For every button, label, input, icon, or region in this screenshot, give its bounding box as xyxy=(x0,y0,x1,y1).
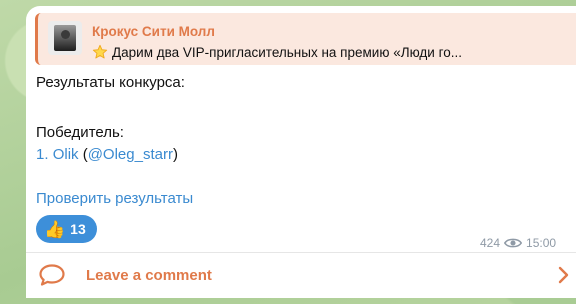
chevron-right-icon xyxy=(557,266,569,284)
view-count: 424 xyxy=(480,236,501,250)
post-time: 15:00 xyxy=(526,236,557,250)
reaction-count: 13 xyxy=(70,221,86,237)
winner-name-link[interactable]: Olik xyxy=(53,146,79,163)
check-results-link[interactable]: Проверить результаты xyxy=(36,190,193,207)
thumbs-up-reaction[interactable]: 👍 13 xyxy=(36,215,97,243)
winner-handle-link[interactable]: @Oleg_starr xyxy=(88,146,173,163)
leave-comment-button[interactable]: Leave a comment xyxy=(26,252,576,298)
speech-bubble-icon xyxy=(38,263,66,287)
winner-line: 1. Olik (@Oleg_starr) xyxy=(36,146,178,163)
leave-comment-label: Leave a comment xyxy=(86,267,212,284)
reply-channel-name: Крокус Сити Молл xyxy=(92,24,215,39)
results-heading: Результаты конкурса: xyxy=(36,74,185,91)
winner-label: Победитель: xyxy=(36,124,124,141)
reply-thumbnail xyxy=(48,21,82,55)
reply-preview[interactable]: Крокус Сити Молл Дарим два VIP-пригласит… xyxy=(35,13,576,65)
channel-post-bubble: Крокус Сити Молл Дарим два VIP-пригласит… xyxy=(26,6,576,252)
star-icon xyxy=(92,44,108,60)
poster-image xyxy=(54,25,76,51)
reply-preview-snippet: Дарим два VIP-пригласительных на премию … xyxy=(112,44,462,60)
winner-number: 1. xyxy=(36,146,49,163)
eye-icon xyxy=(504,237,523,249)
thumbs-up-icon: 👍 xyxy=(44,219,66,239)
post-meta: 424 15:00 xyxy=(480,236,556,250)
reply-preview-text: Дарим два VIP-пригласительных на премию … xyxy=(92,44,462,60)
